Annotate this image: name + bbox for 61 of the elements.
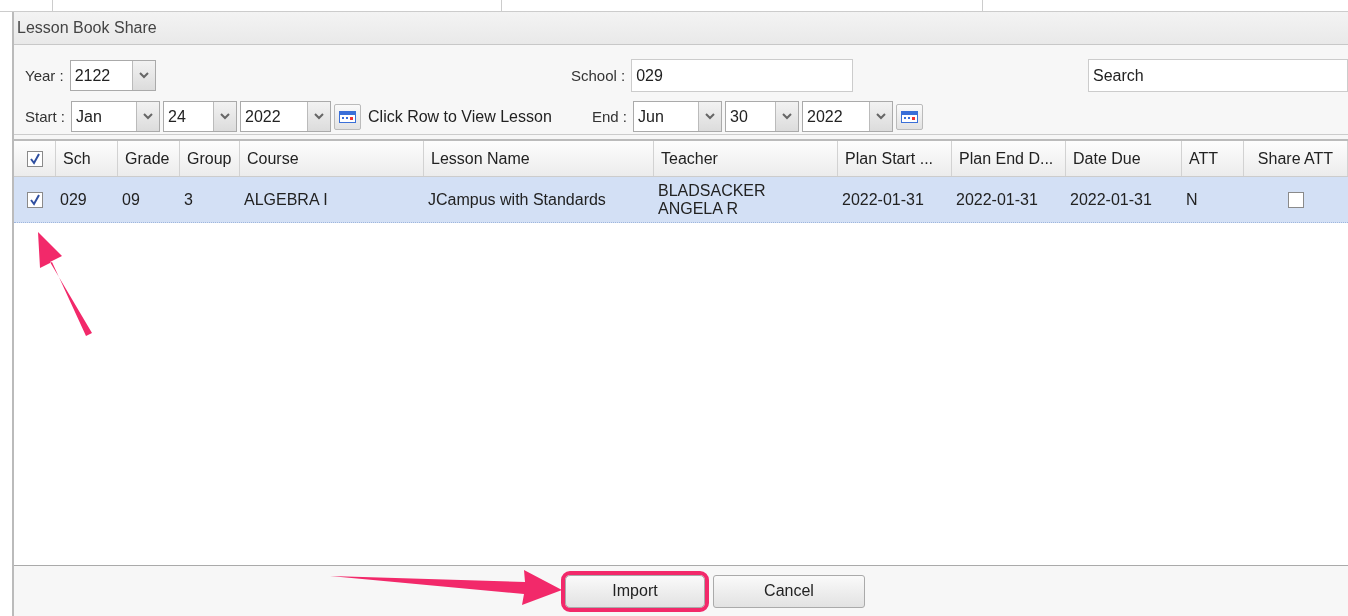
column-header[interactable]: Plan Start ... <box>838 141 952 176</box>
table-cell-text: N <box>1185 189 1199 210</box>
school-field[interactable]: 029 <box>631 59 854 92</box>
column-header[interactable]: Grade <box>118 141 180 176</box>
column-header[interactable]: Lesson Name <box>424 141 654 176</box>
checkmark-icon <box>28 152 41 165</box>
window-title: Lesson Book Share <box>14 12 1348 45</box>
caret-icon <box>876 113 887 120</box>
column-header[interactable]: Plan End D... <box>952 141 1066 176</box>
table-cell-text: 2022-01-31 <box>955 189 1039 210</box>
caret-icon <box>220 113 230 120</box>
checkbox[interactable] <box>26 150 43 167</box>
dropdown-button[interactable] <box>136 102 159 131</box>
year-dropdown[interactable]: 2022 <box>802 101 894 132</box>
dropdown-button[interactable] <box>213 102 236 131</box>
caret-icon <box>138 72 149 79</box>
table-row[interactable]: 029 09 3 ALGEBRA I JCampus with Standards BLADSACKER ANGELA R 2022-01-31 2022-01-31 2022-01-31 N <box>14 177 1348 223</box>
column-header[interactable]: Sch <box>56 141 118 176</box>
dropdown-button[interactable] <box>775 102 799 131</box>
hint-text: Click Row to View Lesson <box>368 107 552 126</box>
caret-icon <box>782 113 793 120</box>
column-header[interactable]: ATT <box>1182 141 1244 176</box>
caret-icon <box>143 113 153 120</box>
table-cell-text: 2022-01-31 <box>1069 189 1153 210</box>
day-dropdown[interactable]: 24 <box>163 101 237 132</box>
table-cell-text: JCampus with Standards <box>427 189 607 210</box>
checkbox[interactable] <box>27 191 43 208</box>
caret-icon <box>314 113 324 120</box>
year-dropdown[interactable]: 2022 <box>240 101 331 132</box>
table-cell-text: BLADSACKER ANGELA R <box>657 180 767 219</box>
column-header[interactable]: Group <box>180 141 240 176</box>
column-header[interactable]: Share ATT <box>1244 141 1348 176</box>
dropdown-button[interactable] <box>307 102 330 131</box>
caret-icon <box>705 113 716 120</box>
calendar-button[interactable] <box>334 103 361 130</box>
calendar-icon <box>339 110 356 123</box>
column-header[interactable]: Date Due <box>1066 141 1182 176</box>
table-cell-text: 09 <box>121 189 141 210</box>
table-cell-text: 3 <box>183 189 194 210</box>
table-cell-text: 029 <box>59 189 88 210</box>
dropdown-button[interactable] <box>131 61 155 90</box>
calendar-button[interactable] <box>896 103 924 130</box>
field-label: Year : <box>25 67 64 84</box>
column-header[interactable]: Course <box>240 141 424 176</box>
year-dropdown[interactable]: 2122 <box>69 60 156 91</box>
month-dropdown[interactable]: Jan <box>71 101 160 132</box>
cancel-button[interactable]: Cancel <box>713 574 865 608</box>
field-label: Start : <box>25 108 65 125</box>
table-cell-text: 2022-01-31 <box>841 189 925 210</box>
checkmark-icon <box>29 193 41 206</box>
field-label: School : <box>571 67 626 84</box>
calendar-icon <box>901 110 919 123</box>
day-dropdown[interactable]: 30 <box>725 101 800 132</box>
checkbox[interactable] <box>1288 191 1304 208</box>
dropdown-button[interactable] <box>698 102 722 131</box>
column-header[interactable]: Teacher <box>654 141 838 176</box>
search-field[interactable]: Search <box>1088 59 1348 92</box>
field-label: End : <box>592 108 628 125</box>
table-cell-text: ALGEBRA I <box>243 189 329 210</box>
dropdown-button[interactable] <box>869 102 893 131</box>
month-dropdown[interactable]: Jun <box>633 101 723 132</box>
